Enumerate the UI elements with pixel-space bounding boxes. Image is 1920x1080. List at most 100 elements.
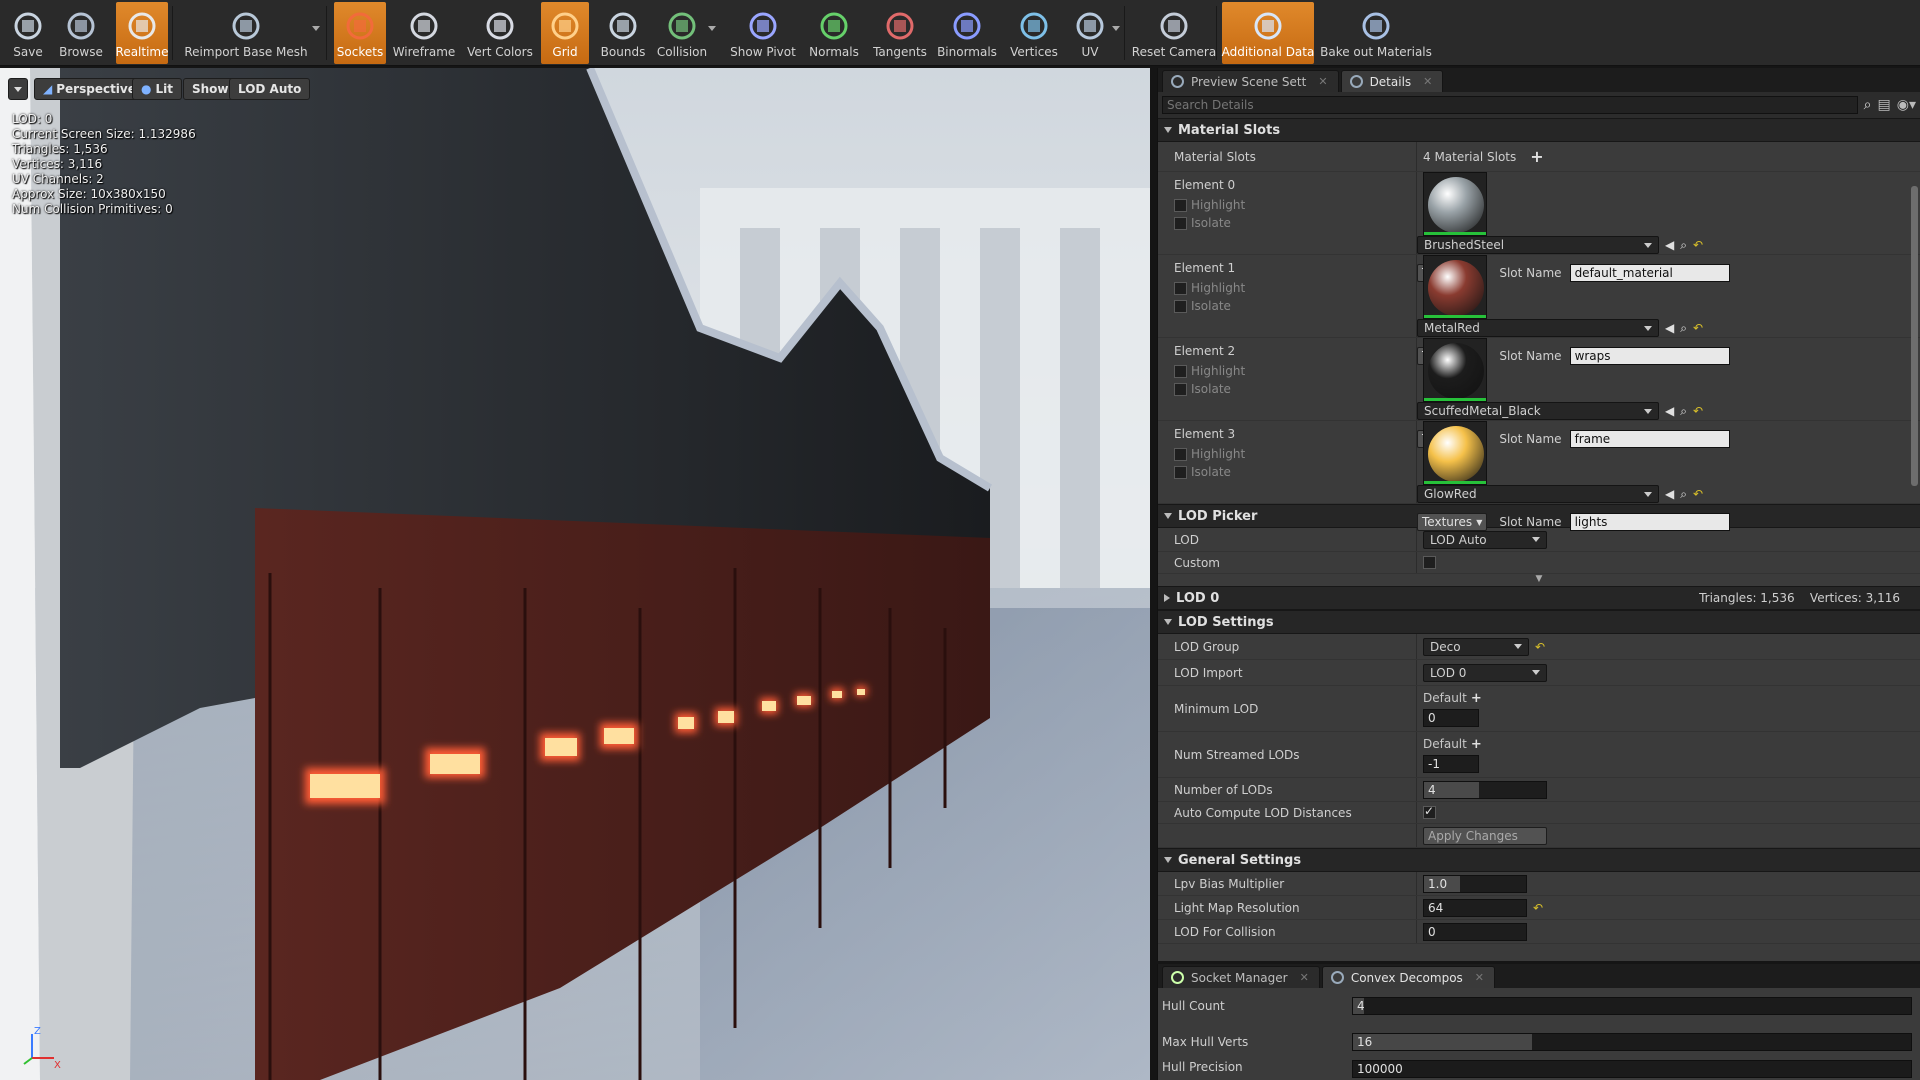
highlight-checkbox[interactable] bbox=[1174, 447, 1187, 461]
custom-checkbox[interactable] bbox=[1423, 556, 1436, 569]
details-scrollbar[interactable] bbox=[1911, 186, 1918, 486]
reset-to-default-icon[interactable]: ↶ bbox=[1693, 404, 1703, 418]
toolbar-button-label: Normals bbox=[809, 45, 859, 59]
add-material-slot-icon[interactable]: + bbox=[1530, 147, 1543, 166]
wireframe-button[interactable]: Wireframe bbox=[392, 2, 456, 64]
element-name: Element 2 bbox=[1174, 344, 1236, 358]
bake-out-materials-button[interactable]: Bake out Materials bbox=[1320, 2, 1432, 64]
number-of-lods-slider[interactable]: 4 bbox=[1423, 780, 1547, 799]
num-streamed-lods-row: Num Streamed LODs Default + -1 bbox=[1158, 732, 1920, 778]
material-combo[interactable]: ScuffedMetal_Black bbox=[1417, 402, 1659, 420]
material-thumbnail[interactable] bbox=[1423, 172, 1487, 236]
apply-changes-button[interactable]: Apply Changes bbox=[1423, 826, 1547, 845]
lod-auto-button[interactable]: LOD Auto bbox=[229, 78, 311, 100]
category-lod0[interactable]: LOD 0 Triangles: 1,536 Vertices: 3,116 bbox=[1158, 586, 1920, 610]
highlight-checkbox[interactable] bbox=[1174, 198, 1187, 212]
category-material-slots[interactable]: Material Slots bbox=[1158, 118, 1920, 142]
browse-search-icon[interactable]: ⌕ bbox=[1680, 321, 1687, 336]
lod-import-combo[interactable]: LOD 0 bbox=[1423, 663, 1547, 682]
save-button[interactable]: Save bbox=[6, 2, 50, 64]
browse-search-icon[interactable]: ⌕ bbox=[1680, 404, 1687, 419]
hull-count-slider[interactable]: 4 bbox=[1352, 997, 1912, 1015]
highlight-checkbox[interactable] bbox=[1174, 364, 1187, 378]
collision-button[interactable]: Collision bbox=[654, 2, 710, 64]
vert-colors-button[interactable]: Vert Colors bbox=[462, 2, 538, 64]
category-lod-settings[interactable]: LOD Settings bbox=[1158, 610, 1920, 634]
minimum-lod-input[interactable]: 0 bbox=[1423, 708, 1479, 727]
add-platform-override-icon[interactable]: + bbox=[1471, 737, 1482, 752]
eye-icon[interactable]: ◉▾ bbox=[1897, 97, 1916, 113]
tab-preview-scene-settings[interactable]: Preview Scene Sett ✕ bbox=[1162, 70, 1339, 92]
reset-to-default-icon[interactable]: ↶ bbox=[1693, 487, 1703, 501]
uv-button[interactable]: UV bbox=[1070, 2, 1110, 64]
lod-group-combo[interactable]: Deco bbox=[1423, 637, 1529, 656]
vertices-button[interactable]: Vertices bbox=[1006, 2, 1062, 64]
reset-to-default-icon[interactable]: ↶ bbox=[1693, 238, 1703, 252]
realtime-button[interactable]: Realtime bbox=[116, 2, 169, 64]
hull-precision-slider[interactable]: 100000 bbox=[1352, 1060, 1912, 1078]
reimport-base-mesh-button[interactable]: Reimport Base Mesh bbox=[178, 2, 314, 64]
max-hull-verts-slider[interactable]: 16 bbox=[1352, 1033, 1912, 1051]
chevron-down-icon[interactable] bbox=[312, 26, 320, 31]
light-map-resolution-input[interactable]: 64 bbox=[1423, 898, 1527, 917]
tangents-button[interactable]: Tangents bbox=[868, 2, 932, 64]
show-pivot-button[interactable]: Show Pivot bbox=[723, 2, 803, 64]
search-details-input[interactable] bbox=[1162, 96, 1858, 114]
reset-to-default-icon[interactable]: ↶ bbox=[1533, 901, 1543, 915]
bounds-button[interactable]: Bounds bbox=[596, 2, 650, 64]
use-selected-arrow-icon[interactable]: ◀ bbox=[1665, 321, 1674, 335]
lod-picker-combo[interactable]: LOD Auto bbox=[1423, 530, 1547, 549]
use-selected-arrow-icon[interactable]: ◀ bbox=[1665, 487, 1674, 501]
material-thumbnail[interactable] bbox=[1423, 255, 1487, 319]
chevron-down-icon[interactable] bbox=[1112, 26, 1120, 31]
lpv-bias-input[interactable]: 1.0 bbox=[1423, 874, 1527, 893]
lit-button[interactable]: ● Lit bbox=[132, 78, 182, 100]
search-icon[interactable]: ⌕ bbox=[1864, 97, 1872, 113]
tab-socket-manager[interactable]: Socket Manager ✕ bbox=[1162, 966, 1320, 988]
additional-data-button[interactable]: Additional Data bbox=[1222, 2, 1314, 64]
highlight-checkbox[interactable] bbox=[1174, 281, 1187, 295]
chevron-down-icon[interactable] bbox=[708, 26, 716, 31]
reset-camera-button[interactable]: Reset Camera bbox=[1130, 2, 1218, 64]
tab-convex-decomposition[interactable]: Convex Decompos ✕ bbox=[1321, 966, 1496, 988]
num-streamed-lods-input[interactable]: -1 bbox=[1423, 754, 1479, 773]
isolate-checkbox[interactable] bbox=[1174, 382, 1187, 396]
browse-search-icon[interactable]: ⌕ bbox=[1680, 238, 1687, 253]
isolate-checkbox[interactable] bbox=[1174, 465, 1187, 479]
close-icon[interactable]: ✕ bbox=[1300, 971, 1309, 984]
grid-button[interactable]: Grid bbox=[541, 2, 589, 64]
collision-icon bbox=[664, 9, 700, 43]
use-selected-arrow-icon[interactable]: ◀ bbox=[1665, 238, 1674, 252]
use-selected-arrow-icon[interactable]: ◀ bbox=[1665, 404, 1674, 418]
reset-to-default-icon[interactable]: ↶ bbox=[1535, 640, 1545, 654]
isolate-checkbox[interactable] bbox=[1174, 299, 1187, 313]
binormals-button[interactable]: Binormals bbox=[936, 2, 998, 64]
category-general-settings[interactable]: General Settings bbox=[1158, 848, 1920, 872]
tangents-icon bbox=[882, 9, 918, 43]
sockets-button[interactable]: Sockets bbox=[334, 2, 386, 64]
material-thumbnail[interactable] bbox=[1423, 421, 1487, 485]
material-thumbnail[interactable] bbox=[1423, 338, 1487, 402]
browse-search-icon[interactable]: ⌕ bbox=[1680, 487, 1687, 502]
isolate-checkbox[interactable] bbox=[1174, 216, 1187, 230]
auto-compute-checkbox[interactable] bbox=[1423, 804, 1436, 819]
expand-more-row[interactable]: ▼ bbox=[1158, 574, 1920, 586]
reset-to-default-icon[interactable]: ↶ bbox=[1693, 321, 1703, 335]
lod-for-collision-input[interactable]: 0 bbox=[1423, 922, 1527, 941]
viewport-scene[interactable] bbox=[0, 68, 1150, 1080]
material-combo[interactable]: GlowRed bbox=[1417, 485, 1659, 503]
viewport-options-dropdown[interactable] bbox=[8, 78, 28, 100]
normals-button[interactable]: Normals bbox=[803, 2, 865, 64]
close-icon[interactable]: ✕ bbox=[1423, 75, 1432, 88]
view-options-icon[interactable]: ▤ bbox=[1878, 97, 1891, 113]
mesh-viewport[interactable]: ◢ Perspective ● Lit Show LOD Auto LOD: 0… bbox=[0, 68, 1150, 1080]
material-combo[interactable]: BrushedSteel bbox=[1417, 236, 1659, 254]
perspective-button[interactable]: ◢ Perspective bbox=[34, 78, 145, 100]
material-combo[interactable]: MetalRed bbox=[1417, 319, 1659, 337]
browse-button[interactable]: Browse bbox=[52, 2, 110, 64]
add-platform-override-icon[interactable]: + bbox=[1471, 691, 1482, 706]
tab-details[interactable]: Details ✕ bbox=[1340, 70, 1444, 92]
close-icon[interactable]: ✕ bbox=[1475, 971, 1484, 984]
lod-picker-row: LOD LOD Auto bbox=[1158, 528, 1920, 552]
close-icon[interactable]: ✕ bbox=[1318, 75, 1327, 88]
